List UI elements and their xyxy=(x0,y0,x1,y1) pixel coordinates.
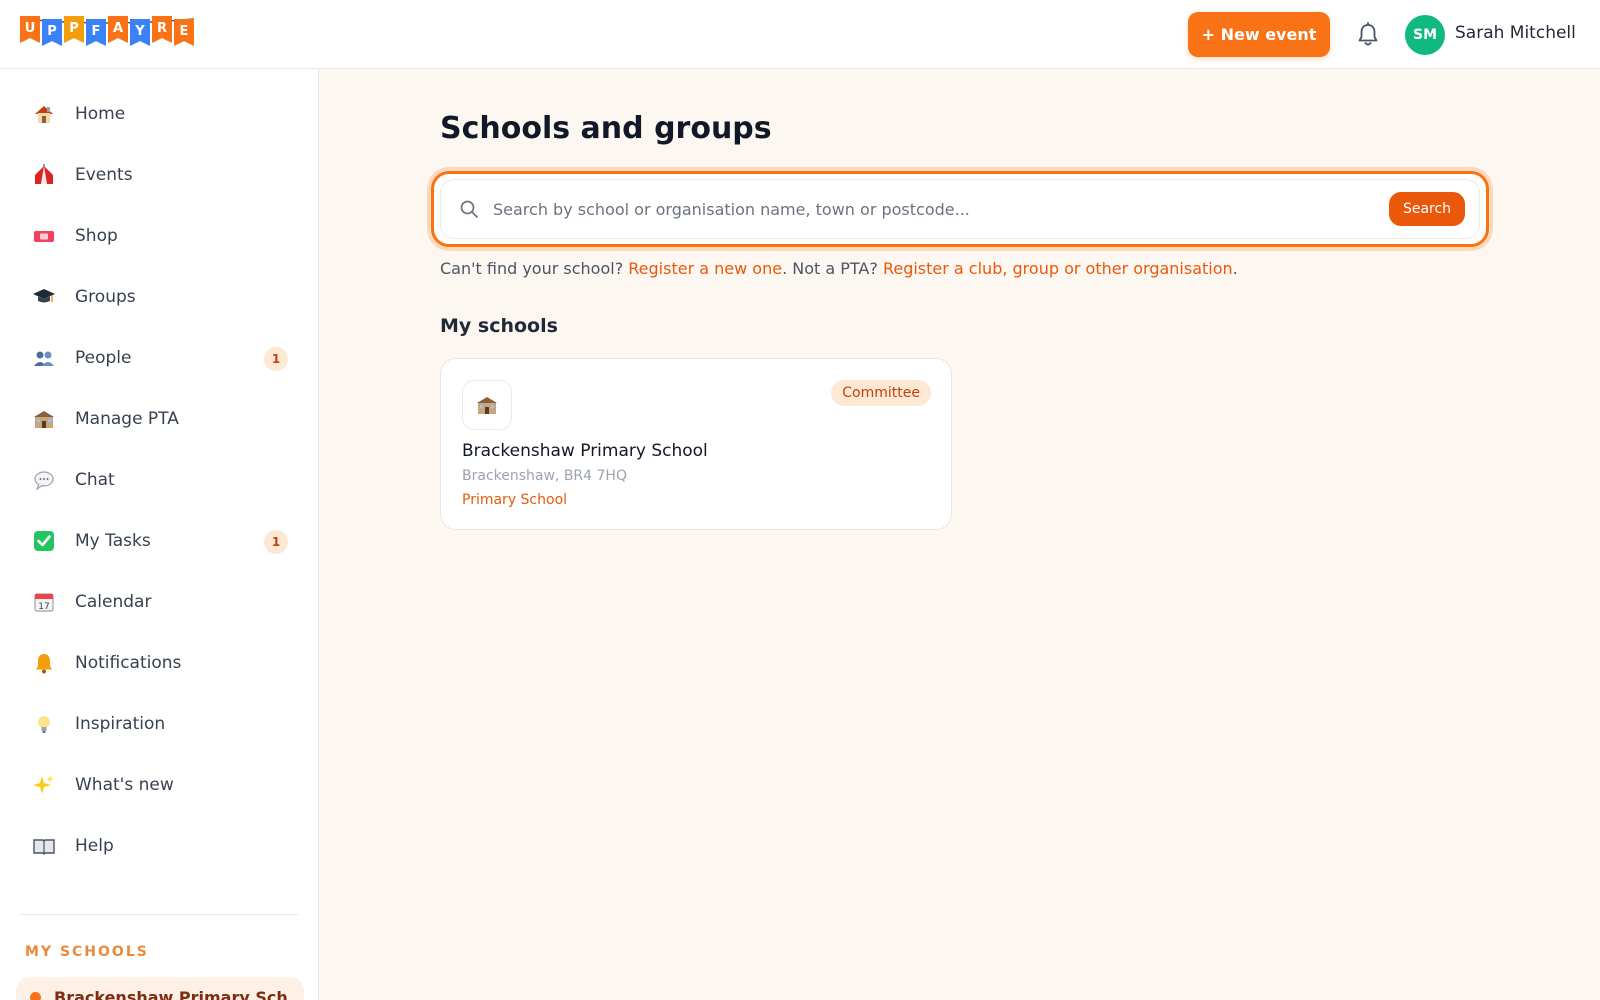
user-avatar[interactable]: SM xyxy=(1405,15,1445,55)
sidebar-item-label: Home xyxy=(75,104,126,124)
sidebar-item-label: Inspiration xyxy=(75,714,166,734)
user-name[interactable]: Sarah Mitchell xyxy=(1455,23,1576,43)
logo-flag: F xyxy=(86,19,106,46)
people-icon xyxy=(28,342,60,374)
sidebar-item-label: Events xyxy=(75,165,133,185)
circus-tent-icon xyxy=(28,159,60,191)
help-middle: . Not a PTA? xyxy=(782,259,878,278)
sidebar-item-label: Manage PTA xyxy=(75,409,179,429)
sidebar-item-chat[interactable]: Chat xyxy=(20,456,300,504)
school-card[interactable]: Committee Brackenshaw Primary School Bra… xyxy=(440,358,952,530)
school-dot-icon xyxy=(30,991,41,1000)
sidebar-item-notifications[interactable]: Notifications xyxy=(20,639,300,687)
sidebar: Home Events Shop Groups People 1 Manage … xyxy=(0,69,319,1000)
logo-flag: U xyxy=(20,16,40,43)
page-title: Schools and groups xyxy=(440,111,772,146)
sidebar-item-label: What's new xyxy=(75,775,174,795)
my-schools-heading: My schools xyxy=(440,315,558,337)
sidebar-school-item[interactable]: Brackenshaw Primary Sch xyxy=(16,977,304,1000)
sidebar-item-home[interactable]: Home xyxy=(20,90,300,138)
graduation-cap-icon xyxy=(28,281,60,313)
sidebar-school-name: Brackenshaw Primary Sch xyxy=(54,987,288,1000)
logo-flag: A xyxy=(108,16,128,43)
speech-bubble-icon xyxy=(28,464,60,496)
book-icon xyxy=(28,830,60,862)
bell-icon[interactable] xyxy=(1356,22,1380,48)
house-icon xyxy=(28,98,60,130)
uppfayre-logo[interactable]: U P P F A Y R E xyxy=(20,16,196,46)
logo-flag: R xyxy=(152,16,172,43)
school-location: Brackenshaw, BR4 7HQ xyxy=(462,468,627,484)
logo-flag: P xyxy=(42,19,62,46)
logo-flag: Y xyxy=(130,19,150,46)
sidebar-item-label: My Tasks xyxy=(75,531,151,551)
register-organisation-link[interactable]: Register a club, group or other organisa… xyxy=(883,259,1233,278)
logo-flag: P xyxy=(64,16,84,43)
sidebar-item-label: Calendar xyxy=(75,592,152,612)
sparkles-icon xyxy=(28,769,60,801)
sidebar-item-label: People xyxy=(75,348,132,368)
search-icon xyxy=(460,200,478,218)
register-help-text: Can't find your school? Register a new o… xyxy=(440,259,1238,278)
sidebar-item-shop[interactable]: Shop xyxy=(20,212,300,260)
sidebar-item-whats-new[interactable]: What's new xyxy=(20,761,300,809)
sidebar-item-events[interactable]: Events xyxy=(20,151,300,199)
sidebar-item-label: Notifications xyxy=(75,653,182,673)
lightbulb-icon xyxy=(28,708,60,740)
top-bar: U P P F A Y R E + New event SM Sarah Mit… xyxy=(0,0,1600,69)
logo-flag: E xyxy=(174,19,194,46)
ticket-icon xyxy=(28,220,60,252)
sidebar-item-my-tasks[interactable]: My Tasks 1 xyxy=(20,517,300,565)
school-name: Brackenshaw Primary School xyxy=(462,441,708,461)
sidebar-item-groups[interactable]: Groups xyxy=(20,273,300,321)
school-type: Primary School xyxy=(462,492,568,508)
search-box: Search xyxy=(440,179,1480,239)
new-event-button[interactable]: + New event xyxy=(1188,12,1330,57)
sidebar-item-label: Groups xyxy=(75,287,136,307)
sidebar-item-manage-pta[interactable]: Manage PTA xyxy=(20,395,300,443)
sidebar-item-calendar[interactable]: 17 Calendar xyxy=(20,578,300,626)
sidebar-item-help[interactable]: Help xyxy=(20,822,300,870)
sidebar-item-inspiration[interactable]: Inspiration xyxy=(20,700,300,748)
sidebar-item-label: Shop xyxy=(75,226,118,246)
role-badge: Committee xyxy=(831,380,931,406)
school-icon xyxy=(28,403,60,435)
search-button[interactable]: Search xyxy=(1389,192,1465,226)
sidebar-item-label: Help xyxy=(75,836,114,856)
register-new-school-link[interactable]: Register a new one xyxy=(628,259,782,278)
bell-icon xyxy=(28,647,60,679)
svg-text:17: 17 xyxy=(38,602,49,612)
calendar-icon: 17 xyxy=(28,586,60,618)
sidebar-item-label: Chat xyxy=(75,470,115,490)
help-suffix: . xyxy=(1232,259,1238,278)
sidebar-item-people[interactable]: People 1 xyxy=(20,334,300,382)
school-icon xyxy=(462,380,512,430)
help-prefix: Can't find your school? xyxy=(440,259,624,278)
search-bar: Search xyxy=(431,171,1489,247)
my-schools-section-title: MY SCHOOLS xyxy=(25,944,149,960)
check-box-icon xyxy=(28,525,60,557)
people-count-badge: 1 xyxy=(264,347,288,371)
tasks-count-badge: 1 xyxy=(264,530,288,554)
search-input[interactable] xyxy=(493,199,1389,219)
sidebar-divider xyxy=(20,914,298,915)
